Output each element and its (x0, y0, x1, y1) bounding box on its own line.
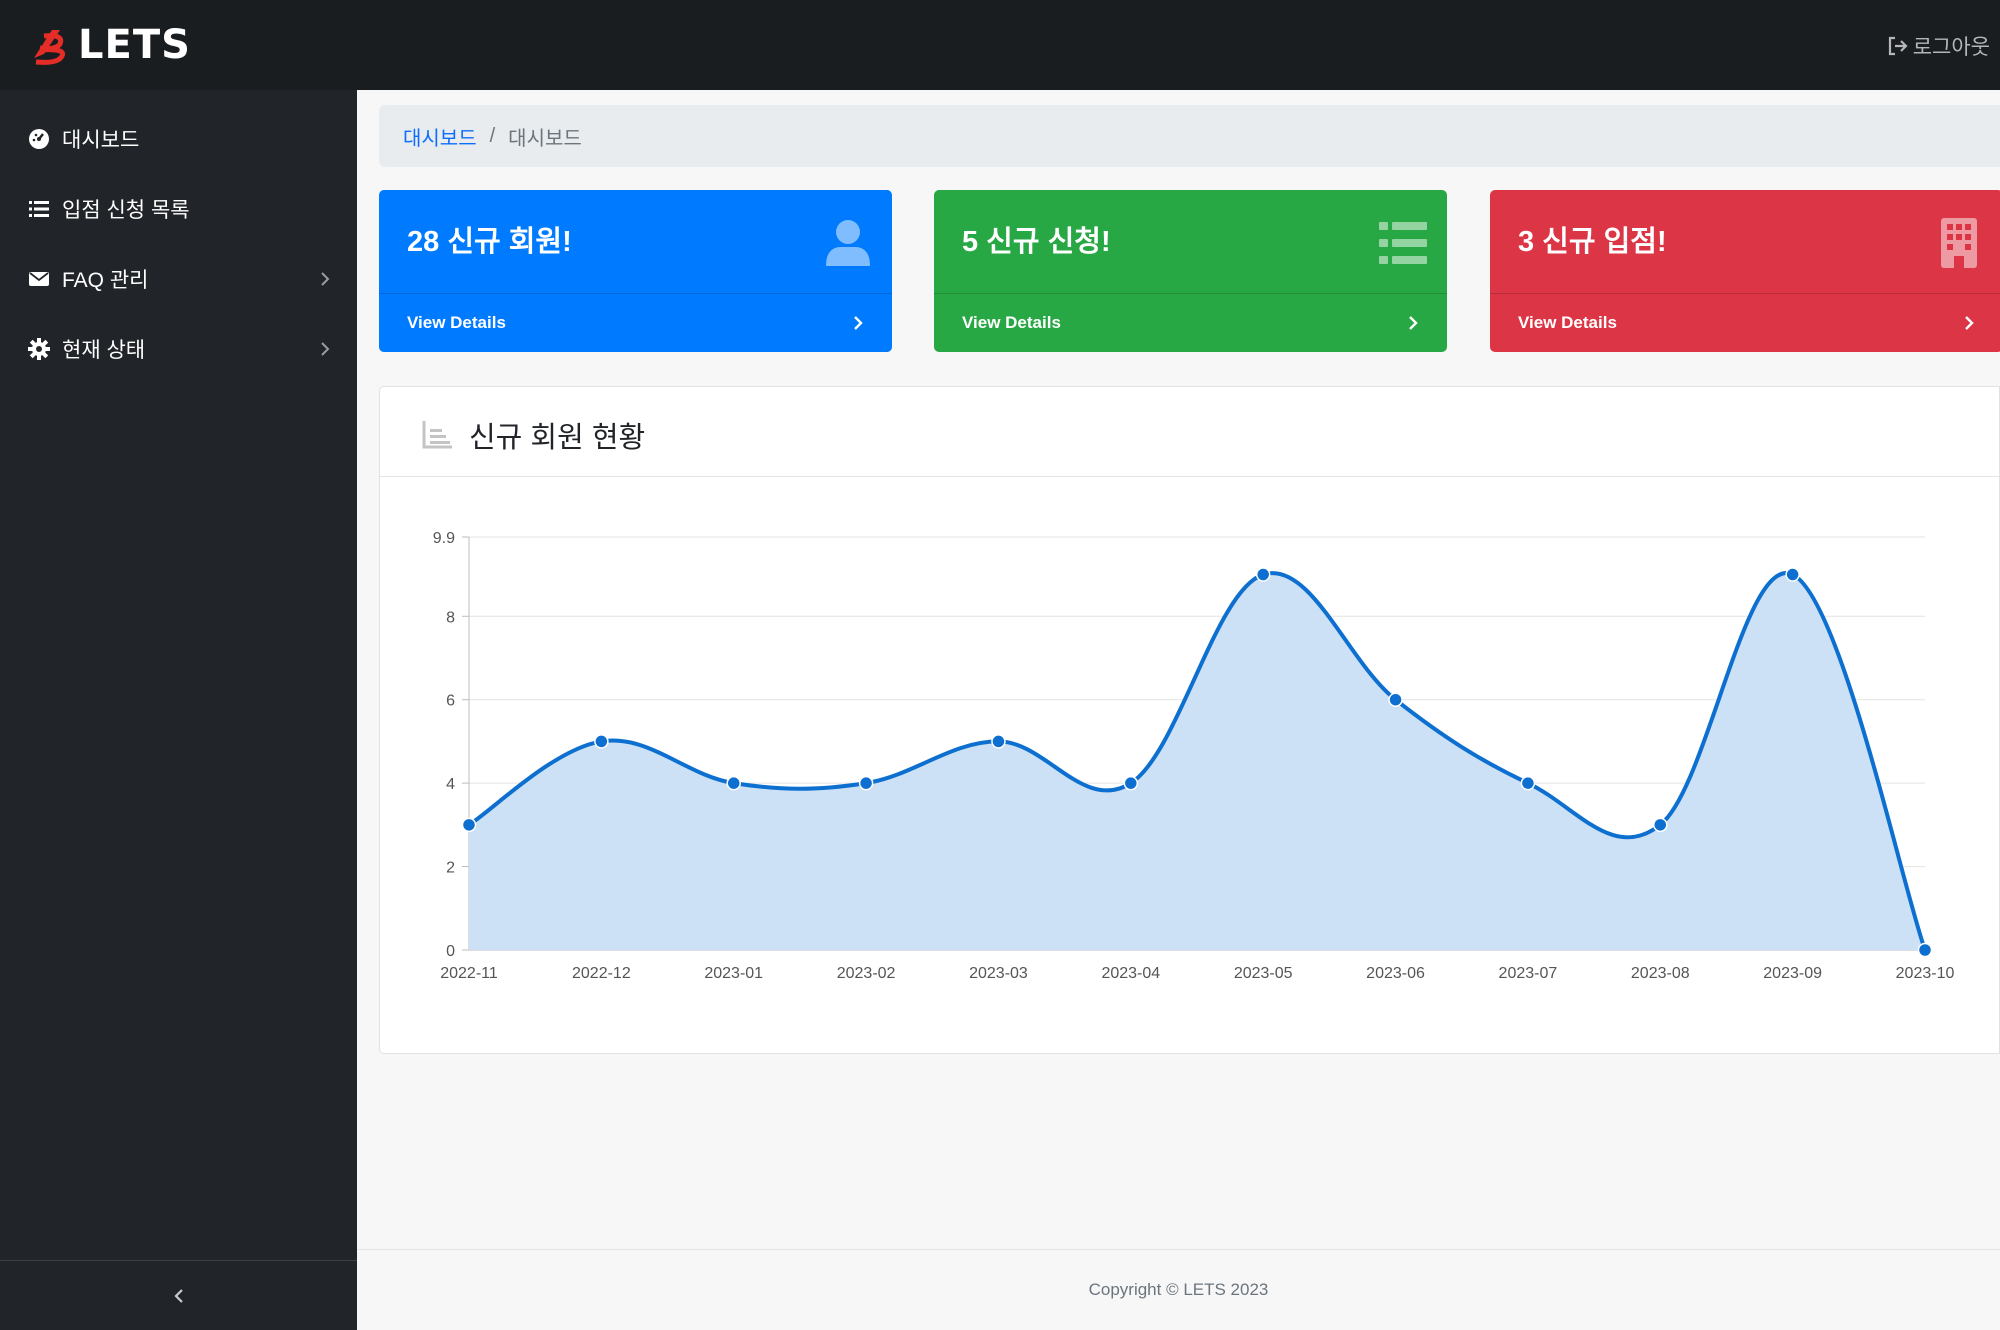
logout-label: 로그아웃 (1912, 36, 1990, 59)
x-tick-label: 2022-11 (440, 965, 498, 982)
data-point (1520, 775, 1536, 791)
logout-button[interactable]: 로그아웃 (1887, 30, 1990, 62)
new-members-chart-panel: 신규 회원 현황 0 2 4 6 8 9.9 2022-11 2022-12 2023-01 20… (379, 386, 2000, 1054)
building-icon (1941, 218, 1977, 268)
x-tick-label: 2022-12 (572, 965, 631, 982)
data-point (991, 734, 1006, 749)
card-body: 5 신규 신청! (934, 190, 1447, 293)
sidebar-item-dashboard[interactable]: 대시보드 (0, 104, 357, 174)
breadcrumb-current: 대시보드 (508, 127, 582, 150)
main-content: 대시보드 / 대시보드 28 신규 회원! View Details 5 신규 … (357, 94, 2000, 1330)
brand-logo[interactable]: LETS (30, 22, 191, 68)
x-tick-label: 2023-03 (969, 965, 1028, 982)
new-members-area-chart: 0 2 4 6 8 9.9 2022-11 2022-12 2023-01 2023-02 2023… (433, 530, 1955, 982)
sidebar-item-status[interactable]: 현재 상태 (0, 314, 357, 384)
envelope-icon (27, 267, 51, 291)
card-title: 3 신규 입점! (1518, 226, 1667, 258)
top-navbar: LETS 로그아웃 (0, 0, 2000, 90)
sidebar-item-label: FAQ 관리 (62, 269, 149, 292)
data-point (1255, 567, 1271, 582)
new-stores-card: 3 신규 입점! View Details (1490, 190, 2000, 352)
view-details-link[interactable]: View Details (1490, 293, 2000, 352)
y-tick-label: 8 (446, 609, 455, 626)
brand-name: LETS (78, 22, 191, 68)
x-tick-label: 2023-06 (1366, 965, 1425, 982)
list-icon (1379, 222, 1427, 264)
y-tick-label: 0 (446, 943, 455, 960)
view-details-link[interactable]: View Details (934, 293, 1447, 352)
lets-logo-icon (34, 30, 65, 65)
x-tick-label: 2023-01 (704, 965, 763, 982)
x-tick-label: 2023-09 (1763, 965, 1822, 982)
view-details-link[interactable]: View Details (379, 293, 892, 352)
y-tick-label: 2 (446, 860, 455, 877)
data-point (594, 734, 609, 749)
y-tick-label: 6 (446, 693, 455, 710)
sidebar-item-label: 입점 신청 목록 (62, 199, 190, 222)
x-tick-label: 2023-08 (1631, 965, 1690, 982)
sidebar-item-store-applications[interactable]: 입점 신청 목록 (0, 174, 357, 244)
new-applications-card: 5 신규 신청! View Details (934, 190, 1447, 352)
sidebar-item-label: 대시보드 (62, 129, 140, 152)
data-point (726, 775, 741, 791)
x-tick-label: 2023-10 (1896, 965, 1955, 982)
view-details-label: View Details (1518, 313, 1617, 332)
y-tick-label: 4 (446, 776, 455, 793)
card-body: 28 신규 회원! (379, 190, 892, 293)
page-footer: Copyright © LETS 2023 (357, 1249, 2000, 1330)
tachometer-icon (27, 127, 51, 151)
x-tick-label: 2023-02 (837, 965, 896, 982)
chevron-right-icon (1965, 316, 1974, 330)
view-details-label: View Details (407, 313, 506, 332)
data-point (1653, 817, 1668, 833)
sign-out-icon (1888, 36, 1908, 56)
chevron-right-icon (1409, 316, 1418, 330)
sidebar-item-faq[interactable]: FAQ 관리 (0, 244, 357, 314)
breadcrumb: 대시보드 / 대시보드 (379, 105, 2000, 167)
chevron-right-icon (854, 316, 863, 330)
breadcrumb-link-dashboard[interactable]: 대시보드 (403, 122, 477, 151)
area-chart-icon (422, 421, 452, 449)
copyright-text: Copyright © LETS 2023 (1088, 1280, 1269, 1299)
data-point (1785, 567, 1800, 582)
sidebar-item-label: 현재 상태 (62, 339, 146, 362)
sidebar-toggle-button[interactable] (0, 1260, 357, 1330)
x-tick-label: 2023-04 (1101, 965, 1160, 982)
chart-panel-header: 신규 회원 현황 (380, 387, 1999, 477)
card-title: 28 신규 회원! (407, 226, 572, 258)
card-title: 5 신규 신청! (962, 226, 1111, 258)
chevron-right-icon (321, 342, 330, 356)
x-tick-label: 2023-07 (1499, 965, 1558, 982)
data-point (461, 817, 477, 833)
breadcrumb-separator: / (489, 124, 496, 147)
list-icon (27, 197, 51, 221)
data-point (1917, 942, 1933, 958)
user-icon (826, 220, 870, 266)
chevron-left-icon (173, 1288, 183, 1303)
new-members-card: 28 신규 회원! View Details (379, 190, 892, 352)
chevron-right-icon (321, 272, 330, 286)
y-tick-label: 9.9 (433, 530, 455, 547)
chart-panel-title: 신규 회원 현황 (469, 422, 646, 454)
sidebar: 대시보드 입점 신청 목록 FAQ 관리 현재 상태 (0, 90, 357, 1330)
data-point (1123, 775, 1139, 791)
data-point (858, 775, 874, 791)
gear-icon (27, 337, 51, 361)
data-point (1388, 692, 1403, 707)
card-body: 3 신규 입점! (1490, 190, 2000, 293)
view-details-label: View Details (962, 313, 1061, 332)
x-tick-label: 2023-05 (1234, 965, 1293, 982)
series-area (469, 573, 1925, 950)
